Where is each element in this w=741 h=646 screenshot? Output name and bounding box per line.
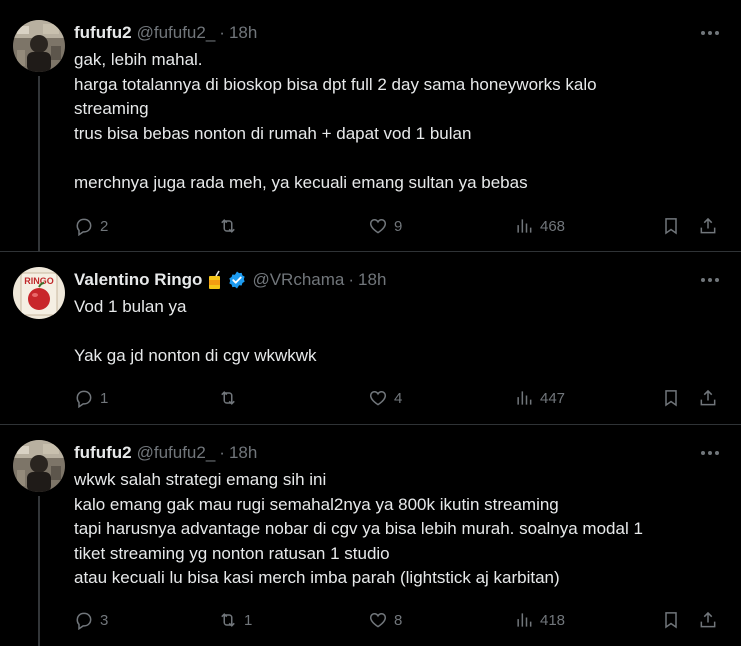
retweet-button[interactable]: 1 — [218, 608, 252, 632]
view-count: 468 — [540, 217, 566, 235]
more-options-button[interactable] — [693, 267, 727, 293]
tweet-text-line: tapi harusnya advantage nobar di cgv ya … — [74, 519, 643, 538]
tweet-header: fufufu2 @fufufu2_ · 18h — [74, 22, 257, 44]
user-handle[interactable]: @fufufu2_ — [137, 442, 216, 464]
avatar[interactable] — [13, 440, 65, 492]
heart-icon — [369, 390, 387, 406]
tweet-1[interactable]: fufufu2 @fufufu2_ · 18h gak, lebih mahal… — [0, 0, 741, 252]
tweet-text-line: trus bisa bebas nonton di rumah + dapat … — [74, 123, 472, 143]
more-horizontal-icon — [701, 451, 719, 455]
reply-button[interactable]: 3 — [74, 608, 108, 632]
tweet-text-line: merchnya juga rada meh, ya kecuali emang… — [74, 172, 528, 192]
retweet-icon — [221, 391, 235, 405]
share-button[interactable] — [698, 386, 718, 410]
bookmark-icon — [665, 218, 677, 235]
tweet-text-line: streaming — [74, 99, 149, 118]
verified-badge-icon[interactable] — [227, 270, 247, 290]
share-upload-icon — [700, 389, 716, 406]
like-count: 9 — [394, 217, 403, 235]
svg-text:RINGO: RINGO — [24, 276, 54, 286]
separator-dot: · — [348, 270, 355, 289]
reply-bubble-icon — [76, 218, 92, 236]
heart-icon — [369, 612, 387, 628]
like-button[interactable]: 8 — [368, 608, 402, 632]
tweet-text-line: harga totalannya di bioskop bisa dpt ful… — [74, 74, 597, 94]
bookmark-icon — [665, 390, 677, 407]
like-count: 8 — [394, 611, 403, 629]
more-options-button[interactable] — [693, 440, 727, 466]
more-horizontal-icon — [701, 278, 719, 282]
tweet-actions: 2 9 468 — [74, 214, 726, 238]
tweet-text-line — [74, 320, 727, 345]
like-button[interactable]: 9 — [368, 214, 402, 238]
tweet-3[interactable]: fufufu2 @fufufu2_ · 18h wkwk salah strat… — [0, 426, 741, 646]
bar-chart-icon — [517, 613, 532, 627]
separator-dot: · — [219, 443, 225, 462]
avatar[interactable] — [13, 20, 65, 72]
tweet-header: Valentino Ringo @VRchama · 18h — [74, 269, 386, 291]
thread-connector-line — [38, 496, 40, 646]
like-button[interactable]: 4 — [368, 386, 402, 410]
timestamp[interactable]: 18h — [358, 269, 386, 291]
more-horizontal-icon — [701, 31, 719, 35]
heart-icon — [369, 218, 387, 234]
share-upload-icon — [700, 611, 716, 628]
juice-box-emoji — [206, 270, 224, 290]
reply-count: 1 — [100, 389, 109, 407]
avatar[interactable]: RINGO — [13, 267, 65, 319]
reply-count: 3 — [100, 611, 109, 629]
tweet-text-line: gak, lebih mahal. — [74, 50, 203, 69]
bar-chart-icon — [517, 391, 532, 405]
display-name[interactable]: Valentino Ringo — [74, 269, 202, 291]
bookmark-button[interactable] — [661, 386, 681, 410]
tweet-text-line: atau kecuali lu bisa kasi merch imba par… — [74, 568, 560, 587]
display-name[interactable]: fufufu2 — [74, 22, 132, 44]
tweet-text-line: Vod 1 bulan ya — [74, 297, 187, 316]
timestamp[interactable]: 18h — [229, 22, 257, 44]
tweet-2[interactable]: RINGO Valentino Ringo @VRchama · 18h Vod… — [0, 253, 741, 425]
retweet-button[interactable] — [218, 214, 244, 238]
tweet-text-line: kalo emang gak mau rugi semahal2nya ya 8… — [74, 494, 559, 514]
views-button[interactable]: 418 — [514, 608, 565, 632]
view-count: 447 — [540, 389, 566, 407]
reply-count: 2 — [100, 217, 109, 235]
retweet-icon — [221, 219, 235, 233]
tweet-actions: 3 1 8 418 — [74, 608, 726, 632]
more-options-button[interactable] — [693, 20, 727, 46]
tweet-text-line — [74, 146, 727, 171]
separator-dot: · — [219, 23, 225, 42]
retweet-count: 1 — [244, 611, 253, 629]
views-button[interactable]: 447 — [514, 386, 565, 410]
retweet-button[interactable] — [218, 386, 244, 410]
reply-bubble-icon — [76, 612, 92, 630]
bookmark-button[interactable] — [661, 214, 681, 238]
bookmark-button[interactable] — [661, 608, 681, 632]
user-handle[interactable]: @VRchama — [252, 269, 344, 291]
tweet-header: fufufu2 @fufufu2_ · 18h — [74, 442, 257, 464]
reply-button[interactable]: 1 — [74, 386, 108, 410]
tweet-actions: 1 4 447 — [74, 386, 726, 410]
user-handle[interactable]: @fufufu2_ — [137, 22, 216, 44]
reply-button[interactable]: 2 — [74, 214, 108, 238]
share-upload-icon — [700, 217, 716, 234]
timestamp[interactable]: 18h — [229, 442, 257, 464]
views-button[interactable]: 468 — [514, 214, 565, 238]
like-count: 4 — [394, 389, 403, 407]
tweet-text-line: Yak ga jd nonton di cgv wkwkwk — [74, 346, 317, 365]
retweet-icon — [221, 613, 235, 627]
tweet-text-line: tiket streaming yg nonton ratusan 1 stud… — [74, 543, 390, 563]
bookmark-icon — [665, 612, 677, 629]
thread-connector-line — [38, 76, 40, 252]
tweet-text: Vod 1 bulan ya Yak ga jd nonton di cgv w… — [74, 295, 727, 369]
share-button[interactable] — [698, 214, 718, 238]
view-count: 418 — [540, 611, 566, 629]
tweet-text-line: wkwk salah strategi emang sih ini — [74, 470, 327, 489]
reply-bubble-icon — [76, 390, 92, 408]
tweet-text: gak, lebih mahal. harga totalannya di bi… — [74, 48, 727, 195]
tweet-text: wkwk salah strategi emang sih ini kalo e… — [74, 468, 727, 591]
display-name[interactable]: fufufu2 — [74, 442, 132, 464]
bar-chart-icon — [517, 219, 532, 233]
share-button[interactable] — [698, 608, 718, 632]
